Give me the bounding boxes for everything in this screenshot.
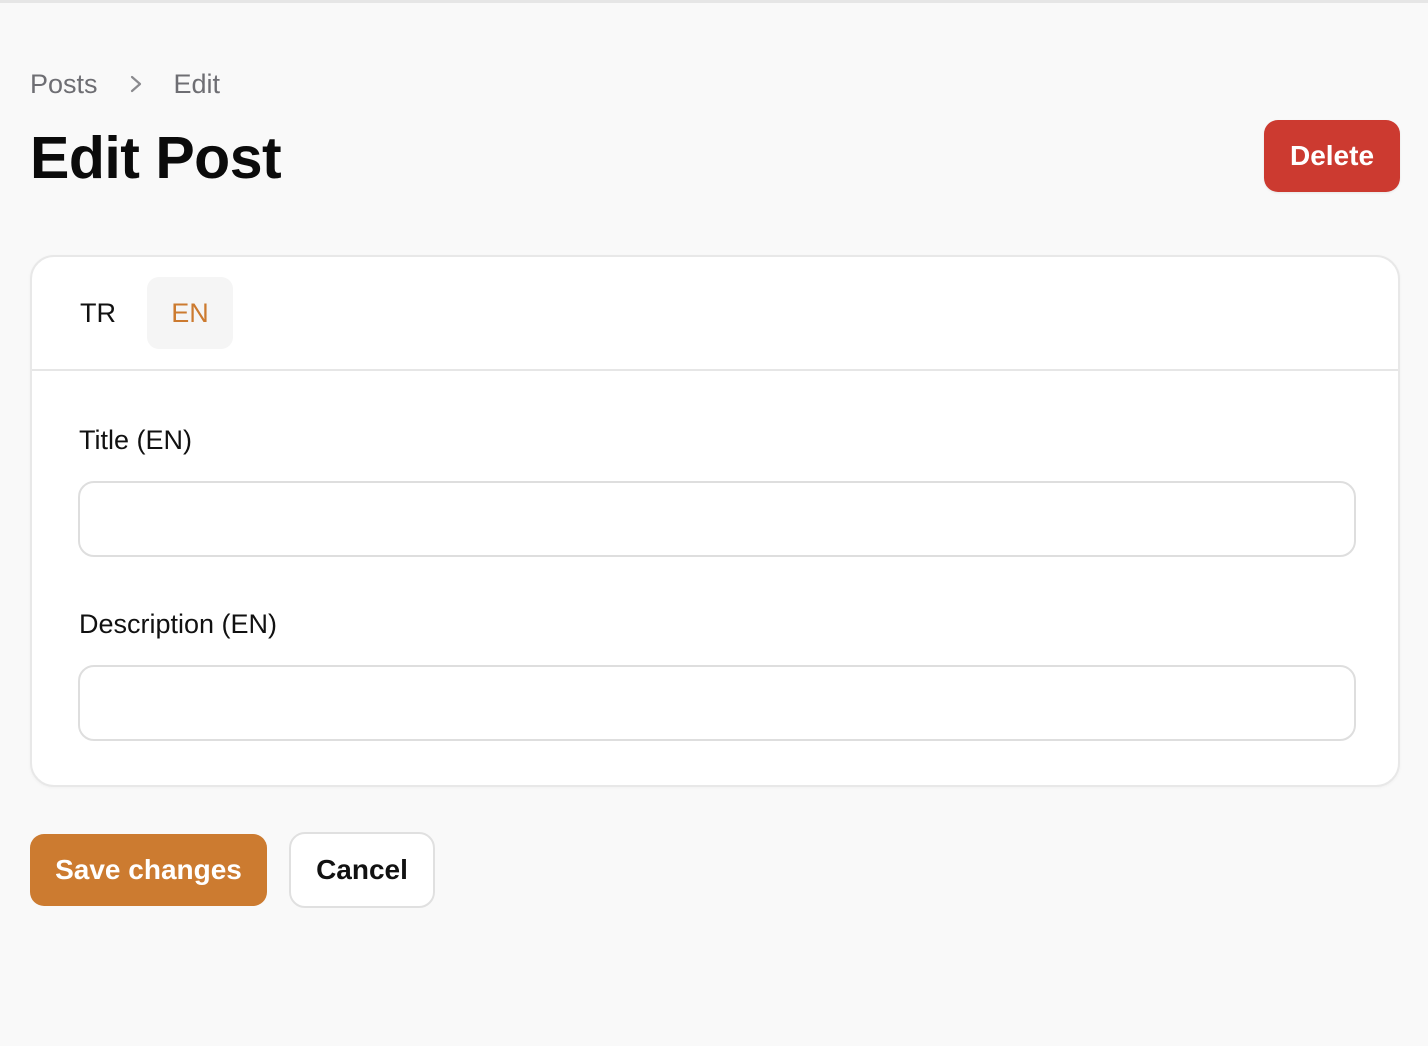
delete-button[interactable]: Delete [1264,120,1400,192]
description-input[interactable] [78,665,1356,741]
description-label: Description (EN) [79,609,278,639]
title-input[interactable] [78,481,1356,557]
translation-card: TR EN Title (EN) Description (EN) [30,255,1400,787]
language-tabs: TR EN [32,257,1398,371]
save-changes-button[interactable]: Save changes [30,834,267,906]
breadcrumb-current-edit: Edit [173,68,221,99]
title-label: Title (EN) [79,425,192,455]
cancel-button[interactable]: Cancel [289,832,435,908]
breadcrumb: Posts Edit [30,66,220,102]
edit-post-page: Posts Edit Edit Post Delete TR EN Title … [30,0,1400,1046]
tab-en[interactable]: EN [147,277,233,349]
tab-tr[interactable]: TR [62,277,134,349]
breadcrumb-link-posts[interactable]: Posts [30,69,98,100]
chevron-right-icon [126,74,146,94]
page-title: Edit Post [30,125,282,191]
